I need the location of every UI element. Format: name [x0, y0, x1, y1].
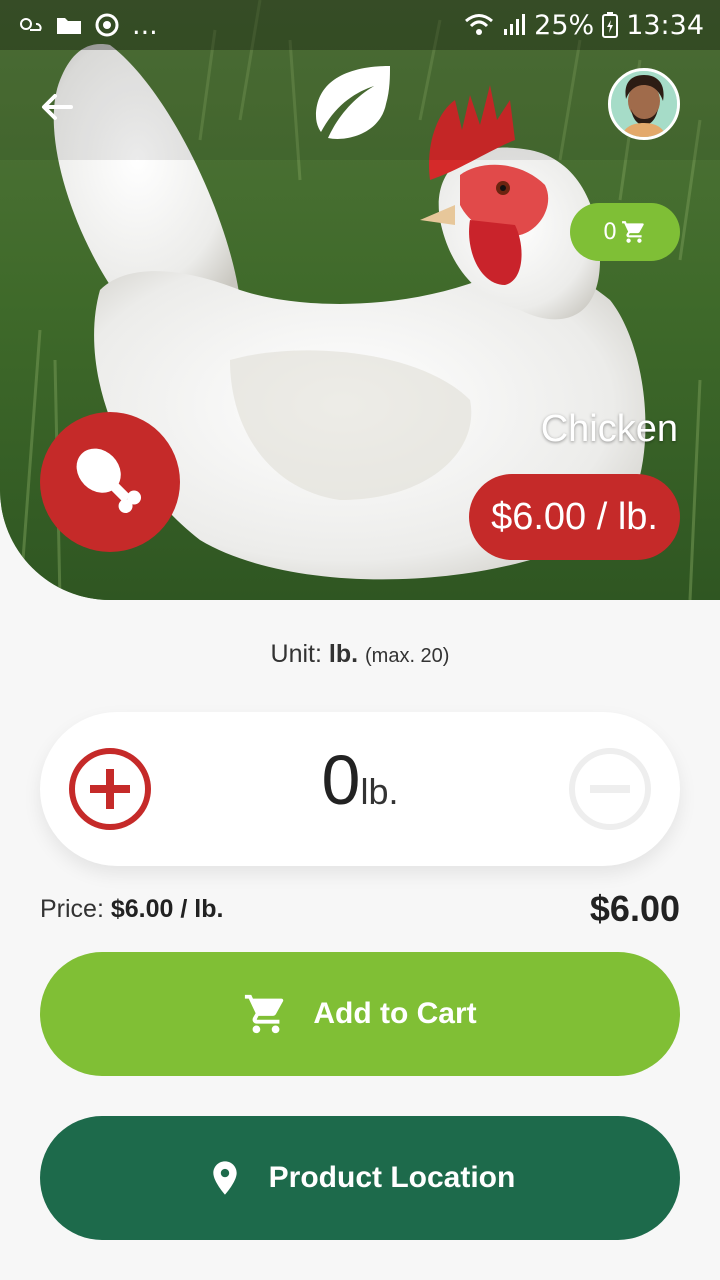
cart-icon [622, 221, 644, 243]
add-to-cart-button[interactable]: Add to Cart [40, 952, 680, 1076]
cart-count: 0 [603, 219, 617, 245]
decrement-button[interactable] [568, 747, 652, 831]
minus-circle-icon [569, 748, 651, 830]
weather-icon [16, 14, 44, 36]
arrow-left-icon [42, 94, 73, 120]
clock: 13:34 [626, 9, 704, 41]
unit-label: Unit: [270, 640, 322, 668]
status-more: ... [132, 9, 158, 41]
price-label: Price: [40, 895, 104, 923]
signal-icon [502, 13, 526, 37]
product-location-button[interactable]: Product Location [40, 1116, 680, 1240]
unit-info: Unit: lb. (max. 20) [0, 640, 720, 669]
app-logo [306, 64, 394, 142]
wifi-icon [464, 13, 494, 37]
quantity-stepper: 0lb. [40, 712, 680, 866]
leaf-icon [316, 66, 390, 139]
cart-badge[interactable]: 0 [570, 203, 680, 261]
battery-percent: 25% [534, 9, 595, 41]
drumstick-icon [76, 448, 142, 514]
folder-icon [56, 15, 82, 35]
back-button[interactable] [30, 80, 84, 134]
total-price: $6.00 [589, 888, 680, 929]
location-pin-icon [212, 1161, 237, 1195]
price-value: $6.00 / lb. [110, 895, 224, 923]
cart-icon [245, 994, 284, 1034]
sync-icon [94, 12, 120, 38]
quantity-unit: lb. [360, 771, 399, 812]
category-badge [40, 412, 180, 552]
avatar-image [611, 71, 677, 137]
quantity-value: 0 [321, 741, 361, 819]
user-avatar[interactable] [608, 68, 680, 140]
unit-value: lb. [328, 640, 359, 668]
product-name: Chicken [540, 408, 678, 450]
price-pill: $6.00 / lb. [469, 474, 680, 560]
unit-max: (max. 20) [365, 645, 450, 667]
battery-icon [602, 12, 619, 38]
product-location-label: Product Location [268, 1161, 516, 1194]
status-bar: ... 25% 13:34 [0, 0, 720, 50]
add-to-cart-label: Add to Cart [313, 997, 477, 1030]
unit-price: Price: $6.00 / lb. [40, 895, 223, 924]
